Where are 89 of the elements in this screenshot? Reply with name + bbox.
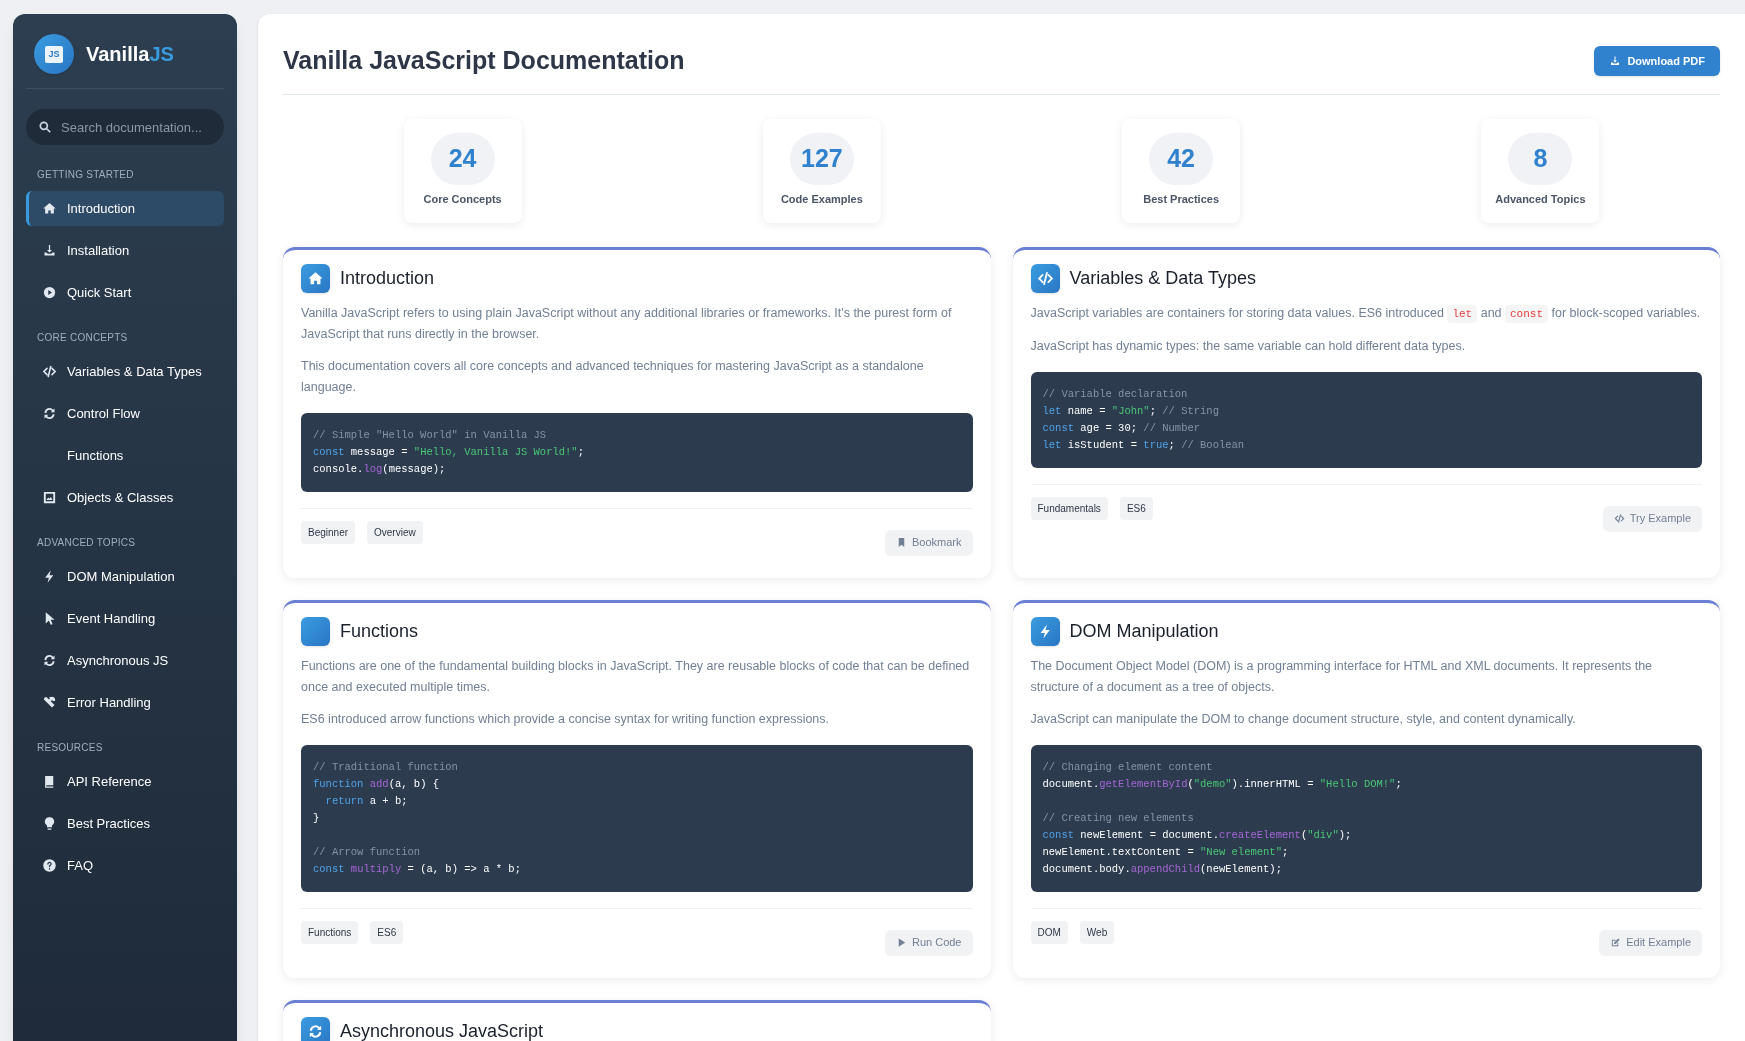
stat-value: 42 [1149, 132, 1214, 185]
card-paragraph: JavaScript variables are containers for storing data values. ES6 introduced let and const for block-scoped variables. [1030, 302, 1702, 325]
nav-item[interactable]: API Reference [26, 764, 224, 799]
code-line: const multiply = (a, b) => a * b; [313, 861, 521, 877]
page-title: Vanilla JavaScript Documentation [283, 45, 685, 76]
tag: ES6 [370, 920, 404, 944]
code-line: document.getElementById("demo").innerHTML = "Hello DOM!"; [1042, 776, 1402, 792]
tag: ES6 [1119, 496, 1153, 520]
stat-label: Best Practices [1143, 191, 1220, 207]
picture-frame-icon [41, 490, 57, 505]
code-line: const newElement = document.createElement("div"); [1042, 827, 1352, 843]
search-field[interactable]: Search documentation... [26, 109, 224, 145]
search-icon [38, 120, 52, 134]
nav-item[interactable]: Quick Start [26, 275, 224, 310]
section-heading: ADVANCED TOPICS [36, 536, 137, 550]
stat-value: 127 [789, 132, 854, 185]
section-heading: CORE CONCEPTS [36, 331, 129, 345]
card-title: Variables & Data Types [1069, 266, 1256, 290]
code-line: let isStudent = true; // Boolean [1042, 437, 1245, 453]
nav-item[interactable]: DOM Manipulation [26, 559, 224, 594]
card-title: Asynchronous JavaScript [340, 1019, 544, 1041]
card-paragraph: Vanilla JavaScript refers to using plain JavaScript without any additional libraries or frameworks. It's the purest form of JavaScript that runs directly in the browser. [301, 304, 953, 343]
code-line: // Variable declaration [1042, 386, 1188, 402]
nav-item[interactable]: FAQ [26, 848, 224, 883]
code-line: let name = "John"; // String [1042, 403, 1219, 419]
card-paragraph: The Document Object Model (DOM) is a programming interface for HTML and XML documents. It represents the structure of a document as a tree of objects. [1030, 657, 1654, 696]
code-line: console.log(message); [313, 461, 446, 477]
nav-item[interactable]: Event Handling [26, 601, 224, 636]
code-line: return a + b; [325, 793, 408, 809]
tag: Fundamentals [1030, 496, 1108, 520]
help-icon [41, 858, 57, 873]
code-icon [1613, 513, 1625, 524]
card-title: DOM Manipulation [1069, 619, 1219, 643]
nav-item[interactable]: Variables & Data Types [26, 354, 224, 389]
play-icon [41, 285, 57, 300]
home-icon [41, 201, 57, 216]
card-paragraph: JavaScript has dynamic types: the same variable can hold different data types. [1030, 337, 1467, 355]
action-button[interactable]: Try Example [1602, 505, 1702, 532]
tag: Web [1079, 920, 1115, 944]
action-button[interactable]: Bookmark [884, 529, 973, 556]
logo-text: VanillaJS [86, 42, 174, 67]
code-line: document.body.appendChild(newElement); [1042, 861, 1282, 877]
nav-item[interactable]: Control Flow [26, 396, 224, 431]
edit-icon [1610, 937, 1622, 948]
section-heading: RESOURCES [36, 741, 104, 755]
nav-item[interactable]: Functions [26, 438, 224, 473]
code-line: // Simple "Hello World" in Vanilla JS [313, 427, 547, 443]
tools-icon [41, 695, 57, 710]
nav-item[interactable]: Error Handling [26, 685, 224, 720]
code-line: const age = 30; // Number [1042, 420, 1201, 436]
nav-item[interactable]: Asynchronous JS [26, 643, 224, 678]
code-line: // Creating new elements [1042, 810, 1194, 826]
logo-icon: JS [34, 34, 74, 74]
stat-label: Code Examples [780, 191, 863, 207]
stat-label: Core Concepts [423, 191, 502, 207]
home-icon [307, 269, 324, 287]
tag: Functions [301, 920, 359, 944]
section-heading: GETTING STARTED [36, 168, 135, 182]
card-paragraph: JavaScript can manipulate the DOM to change document structure, style, and content dynamically. [1030, 710, 1577, 728]
card-title: Introduction [340, 266, 435, 290]
code-line: // Traditional function [313, 759, 458, 775]
code-line: const message = "Hello, Vanilla JS World!"; [313, 444, 584, 460]
stat-value: 8 [1508, 132, 1573, 185]
tag: Beginner [301, 520, 356, 544]
download-icon [1609, 54, 1622, 67]
stat-label: Advanced Topics [1495, 191, 1586, 207]
sync-icon [307, 1022, 324, 1040]
code-icon [1036, 269, 1054, 287]
code-line: newElement.textContent = "New element"; [1042, 844, 1289, 860]
stat-value: 24 [430, 132, 495, 185]
action-button[interactable]: Run Code [884, 929, 973, 956]
code-line: function add(a, b) { [313, 776, 440, 792]
card-title: Functions [340, 619, 419, 643]
card-paragraph: Functions are one of the fundamental building blocks in JavaScript. They are reusable blocks of code that can be defined once and executed multiple times. [301, 657, 971, 696]
nav-item[interactable]: Introduction [26, 191, 224, 226]
action-button[interactable]: Edit Example [1599, 929, 1702, 956]
code-line: // Arrow function [313, 844, 421, 860]
tag: Overview [367, 520, 423, 544]
download-button[interactable]: Download PDF [1594, 45, 1720, 76]
nav-item[interactable]: Objects & Classes [26, 480, 224, 515]
code-line: // Changing element content [1042, 759, 1213, 775]
card-paragraph: This documentation covers all core concepts and advanced techniques for mastering JavaScript as a standalone language. [301, 357, 925, 396]
tag: DOM [1030, 920, 1068, 944]
card-icon [301, 616, 330, 646]
code-icon [41, 364, 57, 379]
nav-item[interactable]: Installation [26, 233, 224, 268]
card-paragraph: ES6 introduced arrow functions which provide a concise syntax for writing function expressions. [301, 710, 831, 728]
nav-item[interactable]: Best Practices [26, 806, 224, 841]
code-line: } [313, 810, 320, 826]
